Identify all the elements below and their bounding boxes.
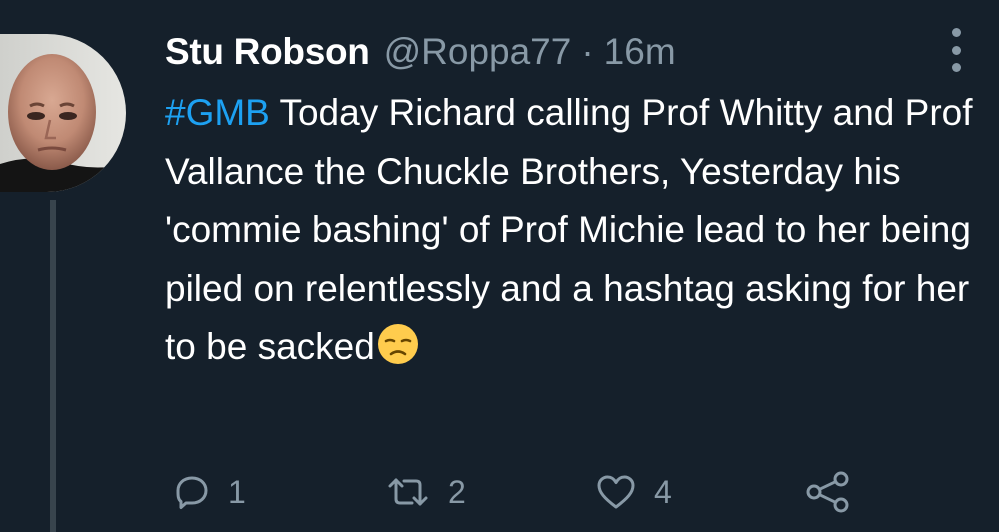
retweet-icon xyxy=(384,472,432,512)
like-button[interactable]: 4 xyxy=(594,462,672,522)
heart-icon xyxy=(594,472,638,512)
user-handle[interactable]: @Roppa77 xyxy=(384,28,572,76)
more-options-icon[interactable] xyxy=(944,28,968,72)
retweet-count: 2 xyxy=(448,473,466,510)
retweet-button[interactable]: 2 xyxy=(384,462,466,522)
share-button[interactable] xyxy=(804,462,852,522)
reply-icon xyxy=(172,472,212,512)
tweet-header: Stu Robson @Roppa77 · 16m xyxy=(165,28,676,76)
reply-count: 1 xyxy=(228,473,246,510)
tweet[interactable]: Stu Robson @Roppa77 · 16m #GMB Today Ric… xyxy=(0,0,999,532)
timestamp[interactable]: 16m xyxy=(604,28,676,76)
tweet-body-text: Today Richard calling Prof Whitty and Pr… xyxy=(165,92,973,367)
reply-button[interactable]: 1 xyxy=(172,462,246,522)
display-name[interactable]: Stu Robson xyxy=(165,28,370,76)
action-bar: 1 2 4 xyxy=(0,462,999,522)
separator-dot: · xyxy=(581,31,594,72)
share-icon xyxy=(804,470,852,514)
tweet-text: #GMB Today Richard calling Prof Whitty a… xyxy=(165,84,985,383)
avatar[interactable] xyxy=(0,34,126,192)
disappointed-face-emoji-icon xyxy=(377,323,419,383)
hashtag-link[interactable]: #GMB xyxy=(165,92,270,133)
like-count: 4 xyxy=(654,473,672,510)
